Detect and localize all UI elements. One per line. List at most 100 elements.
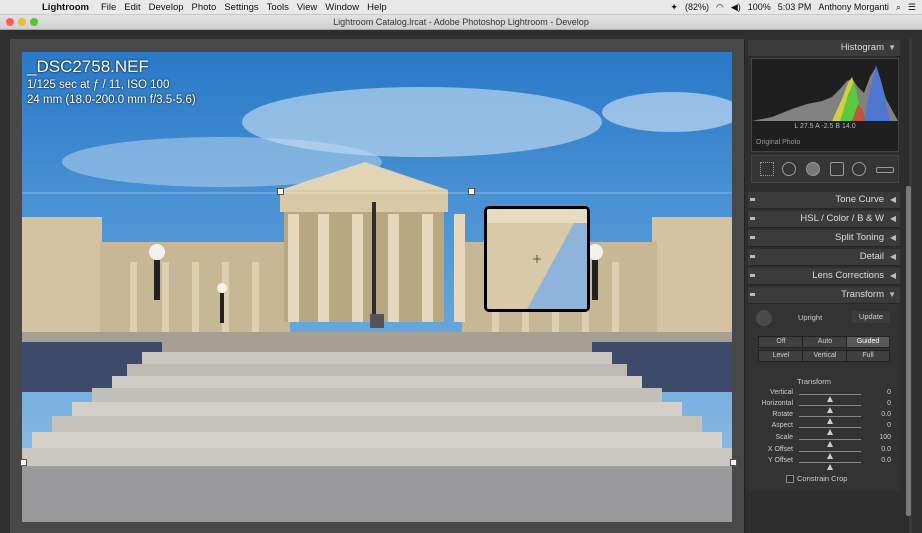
- spot-removal-icon[interactable]: [782, 162, 796, 176]
- upright-full-button[interactable]: Full: [846, 350, 890, 362]
- lens-corrections-title: Lens Corrections: [812, 270, 884, 281]
- collapse-triangle-icon: ▼: [888, 43, 896, 52]
- wifi-icon[interactable]: ◠: [716, 2, 724, 13]
- upright-off-button[interactable]: Off: [758, 336, 804, 348]
- adjustment-brush-icon[interactable]: [876, 167, 894, 173]
- menu-tools[interactable]: Tools: [267, 2, 297, 13]
- color-tab[interactable]: Color: [826, 213, 849, 224]
- clock[interactable]: 5:03 PM: [778, 2, 812, 12]
- tone-curve-header[interactable]: Tone Curve ◀: [748, 192, 900, 209]
- slider-label: Rotate: [772, 411, 793, 418]
- loupe-magnifier[interactable]: [484, 206, 590, 312]
- detail-header[interactable]: Detail ◀: [748, 249, 900, 266]
- slider-aspect[interactable]: Aspect 0: [751, 422, 897, 435]
- slider-value[interactable]: 0: [887, 422, 891, 429]
- crop-handle-bottom-right[interactable]: [730, 459, 737, 466]
- menu-photo[interactable]: Photo: [192, 2, 225, 13]
- panel-toggle-icon[interactable]: [750, 293, 755, 296]
- slider-track[interactable]: [799, 416, 861, 424]
- guide-handle-right[interactable]: [468, 188, 475, 195]
- menu-window[interactable]: Window: [325, 2, 367, 13]
- upright-vertical-button[interactable]: Vertical: [802, 350, 848, 362]
- expand-triangle-icon: ◀: [889, 214, 896, 223]
- slider-label: Vertical: [770, 389, 793, 396]
- user-name[interactable]: Anthony Morganti: [818, 2, 889, 12]
- slider-label: Scale: [775, 434, 793, 441]
- guide-handle-left[interactable]: [277, 188, 284, 195]
- tool-strip: [751, 155, 899, 183]
- detail-title: Detail: [859, 251, 884, 262]
- battery-main[interactable]: 100%: [748, 2, 771, 12]
- split-toning-header[interactable]: Split Toning ◀: [748, 230, 900, 247]
- expand-triangle-icon: ◀: [889, 233, 896, 242]
- slider-value[interactable]: 100: [879, 434, 891, 441]
- upright-level-button[interactable]: Level: [758, 350, 804, 362]
- bw-tab[interactable]: B & W: [857, 213, 884, 224]
- tone-curve-title: Tone Curve: [835, 194, 884, 205]
- panel-toggle-icon[interactable]: [750, 217, 755, 220]
- crop-icon[interactable]: [760, 162, 774, 176]
- graduated-filter-icon[interactable]: [830, 162, 844, 176]
- zoom-button[interactable]: [30, 18, 38, 26]
- original-photo-label[interactable]: Original Photo: [756, 139, 800, 146]
- photo[interactable]: [22, 52, 732, 522]
- update-button[interactable]: Update: [852, 311, 890, 323]
- slider-value[interactable]: 0.0: [881, 411, 891, 418]
- slider-value[interactable]: 0: [887, 400, 891, 407]
- slider-horizontal[interactable]: Horizontal 0: [751, 400, 897, 413]
- status-menu-area: ✦ (82%) ◠ ◀) 100% 5:03 PM Anthony Morgan…: [670, 0, 916, 14]
- search-icon[interactable]: ⌕: [896, 2, 901, 13]
- slider-y-offset[interactable]: Y Offset 0.0: [751, 457, 897, 470]
- right-panel-scrollbar[interactable]: [906, 186, 911, 516]
- minimize-button[interactable]: [18, 18, 26, 26]
- volume-icon[interactable]: ◀): [731, 2, 741, 13]
- slider-track[interactable]: [799, 439, 861, 447]
- upright-auto-button[interactable]: Auto: [802, 336, 848, 348]
- battery-percent[interactable]: (82%): [685, 2, 709, 12]
- upright-circle-icon[interactable]: [756, 310, 772, 326]
- slider-knob[interactable]: [827, 464, 833, 470]
- slider-track[interactable]: [799, 394, 861, 402]
- expand-triangle-icon: ◀: [889, 195, 896, 204]
- slider-value[interactable]: 0: [887, 389, 891, 396]
- slider-scale[interactable]: Scale 100: [751, 434, 897, 447]
- histogram-header[interactable]: Histogram ▼: [748, 40, 900, 57]
- slider-label: X Offset: [767, 446, 793, 453]
- menu-view[interactable]: View: [297, 2, 325, 13]
- menu-edit[interactable]: Edit: [124, 2, 148, 13]
- slider-track[interactable]: [799, 427, 861, 435]
- red-eye-icon[interactable]: [806, 162, 820, 176]
- histogram-display[interactable]: L 27.5 A -2.5 B 14.0 Original Photo: [751, 58, 899, 152]
- list-icon[interactable]: ☰: [908, 2, 916, 13]
- upright-guided-button[interactable]: Guided: [846, 336, 890, 348]
- slider-track[interactable]: [799, 405, 861, 413]
- slider-track[interactable]: [799, 451, 861, 459]
- menu-settings[interactable]: Settings: [224, 2, 266, 13]
- panel-toggle-icon[interactable]: [750, 274, 755, 277]
- dropbox-icon[interactable]: ✦: [670, 2, 678, 13]
- panel-toggle-icon[interactable]: [750, 255, 755, 258]
- hsl-header[interactable]: HSL / Color / B & W ◀: [748, 211, 900, 228]
- menu-develop[interactable]: Develop: [149, 2, 192, 13]
- menu-help[interactable]: Help: [367, 2, 395, 13]
- close-button[interactable]: [6, 18, 14, 26]
- top-panel-toggle[interactable]: [0, 30, 922, 39]
- left-panel-toggle[interactable]: [0, 39, 10, 533]
- panel-toggle-icon[interactable]: [750, 198, 755, 201]
- menu-file[interactable]: File: [101, 2, 124, 13]
- slider-x-offset[interactable]: X Offset 0.0: [751, 446, 897, 459]
- slider-vertical[interactable]: Vertical 0: [751, 389, 897, 402]
- slider-value[interactable]: 0.0: [881, 457, 891, 464]
- right-panel-toggle[interactable]: [912, 39, 922, 533]
- menu-app-name[interactable]: Lightroom: [42, 2, 97, 13]
- crop-handle-bottom-left[interactable]: [20, 459, 27, 466]
- slider-rotate[interactable]: Rotate 0.0: [751, 411, 897, 424]
- panel-toggle-icon[interactable]: [750, 236, 755, 239]
- slider-value[interactable]: 0.0: [881, 446, 891, 453]
- transform-header[interactable]: Transform ▼: [748, 287, 900, 304]
- slider-track[interactable]: [799, 462, 861, 470]
- radial-filter-icon[interactable]: [852, 162, 866, 176]
- lens-corrections-header[interactable]: Lens Corrections ◀: [748, 268, 900, 285]
- hsl-tab[interactable]: HSL: [800, 213, 818, 224]
- constrain-crop-checkbox[interactable]: [786, 475, 794, 483]
